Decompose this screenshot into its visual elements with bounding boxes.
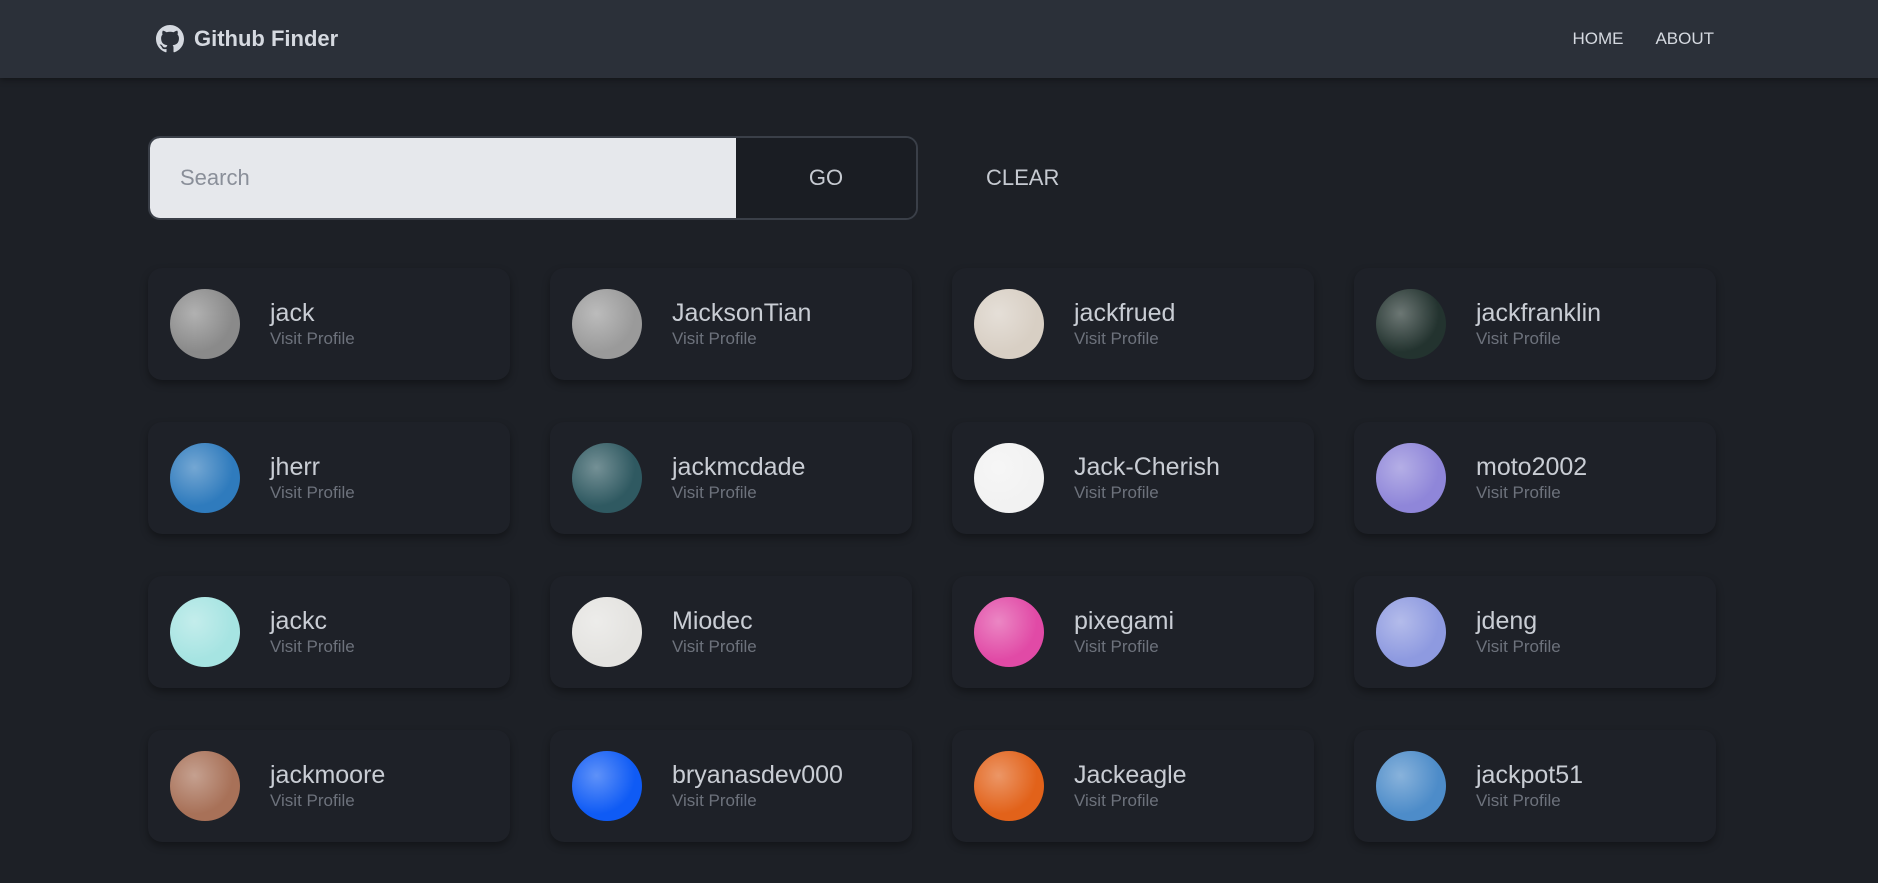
username: JacksonTian	[672, 299, 812, 327]
username: jackpot51	[1476, 761, 1584, 789]
username: jackmoore	[270, 761, 386, 789]
clear-button[interactable]: CLEAR	[978, 165, 1067, 191]
brand-title: Github Finder	[194, 26, 339, 51]
username: pixegami	[1074, 607, 1175, 635]
go-button[interactable]: GO	[736, 138, 916, 218]
user-info: jackmcdade Visit Profile	[672, 452, 805, 504]
visit-profile-link[interactable]: Visit Profile	[672, 328, 811, 350]
username: Jack-Cherish	[1074, 453, 1220, 481]
avatar	[170, 443, 240, 513]
user-card: jackmcdade Visit Profile	[550, 422, 912, 534]
visit-profile-link[interactable]: Visit Profile	[672, 636, 757, 658]
user-card: Jack-Cherish Visit Profile	[952, 422, 1314, 534]
user-info: Miodec Visit Profile	[672, 606, 757, 658]
avatar	[974, 289, 1044, 359]
avatar	[1376, 443, 1446, 513]
avatar	[170, 289, 240, 359]
visit-profile-link[interactable]: Visit Profile	[1074, 482, 1220, 504]
username: jackfrued	[1074, 299, 1176, 327]
username: jackfranklin	[1476, 299, 1602, 327]
visit-profile-link[interactable]: Visit Profile	[270, 328, 355, 350]
nav-link-about[interactable]: ABOUT	[1655, 29, 1714, 49]
avatar	[974, 597, 1044, 667]
user-info: jdeng Visit Profile	[1476, 606, 1561, 658]
username: Miodec	[672, 607, 753, 635]
user-card: jackfrued Visit Profile	[952, 268, 1314, 380]
user-card: jack Visit Profile	[148, 268, 510, 380]
username: jherr	[270, 453, 321, 481]
user-card: moto2002 Visit Profile	[1354, 422, 1716, 534]
username: moto2002	[1476, 453, 1588, 481]
user-info: jackc Visit Profile	[270, 606, 355, 658]
avatar	[572, 443, 642, 513]
visit-profile-link[interactable]: Visit Profile	[1476, 328, 1601, 350]
avatar	[170, 751, 240, 821]
navbar: Github Finder HOME ABOUT	[0, 0, 1878, 78]
visit-profile-link[interactable]: Visit Profile	[270, 790, 385, 812]
avatar	[572, 597, 642, 667]
user-info: jackfrued Visit Profile	[1074, 298, 1175, 350]
visit-profile-link[interactable]: Visit Profile	[1476, 636, 1561, 658]
visit-profile-link[interactable]: Visit Profile	[1074, 328, 1175, 350]
user-info: jackfranklin Visit Profile	[1476, 298, 1601, 350]
avatar	[1376, 289, 1446, 359]
user-info: jack Visit Profile	[270, 298, 355, 350]
github-icon	[156, 25, 184, 53]
nav-link-home[interactable]: HOME	[1572, 29, 1623, 49]
visit-profile-link[interactable]: Visit Profile	[1476, 790, 1583, 812]
username: jack	[270, 299, 315, 327]
user-info: JacksonTian Visit Profile	[672, 298, 811, 350]
username: Jackeagle	[1074, 761, 1187, 789]
visit-profile-link[interactable]: Visit Profile	[1074, 636, 1174, 658]
visit-profile-link[interactable]: Visit Profile	[672, 790, 843, 812]
visit-profile-link[interactable]: Visit Profile	[672, 482, 805, 504]
user-info: jackmoore Visit Profile	[270, 760, 385, 812]
user-card: jdeng Visit Profile	[1354, 576, 1716, 688]
user-info: jherr Visit Profile	[270, 452, 355, 504]
search-group: GO	[148, 136, 918, 220]
user-info: bryanasdev000 Visit Profile	[672, 760, 843, 812]
search-form: GO CLEAR	[148, 136, 1067, 220]
user-card: jackpot51 Visit Profile	[1354, 730, 1716, 842]
search-input[interactable]	[150, 138, 736, 218]
username: jackc	[270, 607, 327, 635]
username: jackmcdade	[672, 453, 806, 481]
user-card: jackmoore Visit Profile	[148, 730, 510, 842]
nav-links: HOME ABOUT	[1572, 29, 1714, 49]
username: jdeng	[1476, 607, 1538, 635]
visit-profile-link[interactable]: Visit Profile	[1074, 790, 1187, 812]
avatar	[170, 597, 240, 667]
user-card: Miodec Visit Profile	[550, 576, 912, 688]
user-card: JacksonTian Visit Profile	[550, 268, 912, 380]
brand-link[interactable]: Github Finder	[156, 25, 338, 53]
user-results-grid: jack Visit Profile JacksonTian Visit Profil…	[148, 268, 1722, 842]
avatar	[1376, 597, 1446, 667]
user-card: jackfranklin Visit Profile	[1354, 268, 1716, 380]
user-info: pixegami Visit Profile	[1074, 606, 1174, 658]
avatar	[974, 751, 1044, 821]
avatar	[974, 443, 1044, 513]
avatar	[1376, 751, 1446, 821]
user-info: moto2002 Visit Profile	[1476, 452, 1587, 504]
user-info: Jackeagle Visit Profile	[1074, 760, 1187, 812]
user-card: bryanasdev000 Visit Profile	[550, 730, 912, 842]
user-info: jackpot51 Visit Profile	[1476, 760, 1583, 812]
avatar	[572, 751, 642, 821]
user-card: jackc Visit Profile	[148, 576, 510, 688]
visit-profile-link[interactable]: Visit Profile	[270, 482, 355, 504]
avatar	[572, 289, 642, 359]
visit-profile-link[interactable]: Visit Profile	[1476, 482, 1587, 504]
user-card: Jackeagle Visit Profile	[952, 730, 1314, 842]
user-card: pixegami Visit Profile	[952, 576, 1314, 688]
user-card: jherr Visit Profile	[148, 422, 510, 534]
visit-profile-link[interactable]: Visit Profile	[270, 636, 355, 658]
username: bryanasdev000	[672, 761, 843, 789]
user-info: Jack-Cherish Visit Profile	[1074, 452, 1220, 504]
